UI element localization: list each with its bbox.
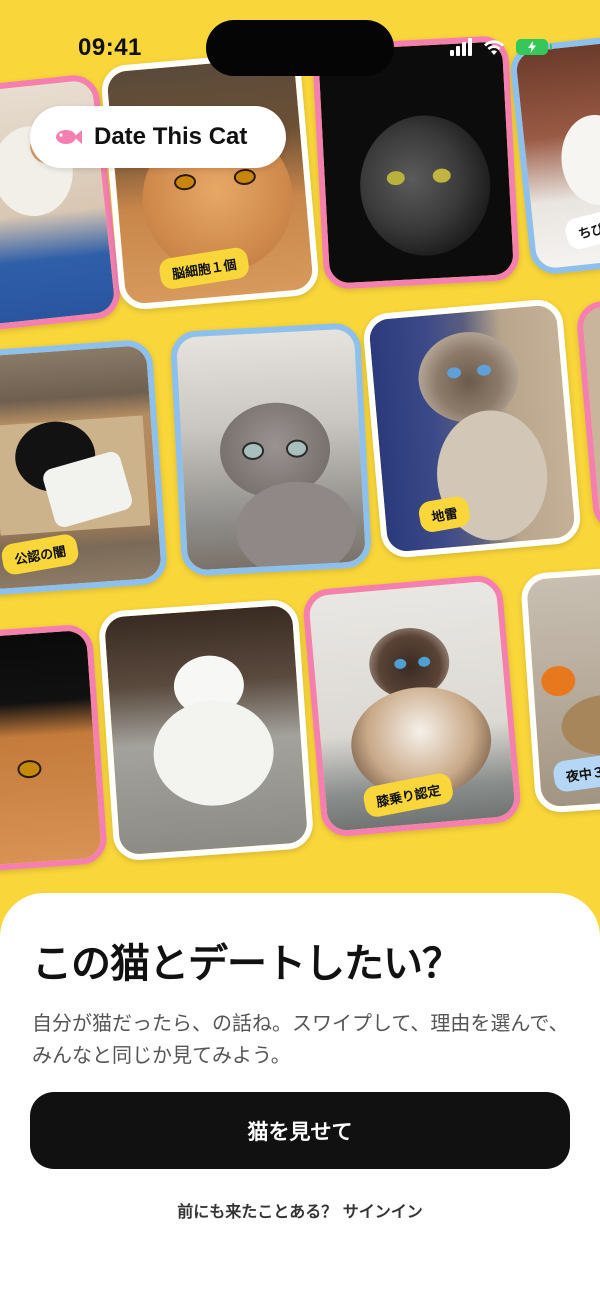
cat-card-white-kitten[interactable]: ちび	[508, 33, 600, 277]
cat-card-tabby-toy[interactable]: 夜中３時	[519, 566, 600, 814]
onboarding-screen: 09:41 脳細胞１個 ちび 公認の闇 地雷 膝乗り認定 夜中３時 Date T…	[0, 0, 600, 1304]
description: 自分が猫だったら、の話ね。スワイプして、理由を選んで、みんなと同じか見てみよう。	[32, 1011, 569, 1067]
dynamic-island	[206, 20, 394, 76]
cat-card-ragdoll[interactable]: 膝乗り認定	[301, 573, 523, 839]
app-logo: Date This Cat	[30, 106, 286, 168]
cat-card-siamese-mix[interactable]: 地雷	[361, 297, 583, 560]
cat-card-black-box-kitten[interactable]: 公認の闇	[0, 338, 169, 597]
signin-link[interactable]: サインイン	[343, 1202, 423, 1221]
cellular-signal-icon	[450, 38, 472, 56]
intro-sheet: この猫とデートしたい？ 自分が猫だったら、の話ね。スワイプして、理由を選んで、み…	[0, 893, 600, 1304]
status-time: 09:41	[78, 34, 142, 61]
cat-card-orange-2[interactable]	[0, 623, 109, 873]
cat-card-white-cat[interactable]	[97, 598, 315, 862]
headline: この猫とデートしたい？	[32, 941, 462, 987]
signin-prompt: 前にも来たことある？	[177, 1202, 338, 1221]
cat-card-sphynx[interactable]	[169, 322, 373, 577]
app-logo-text: Date This Cat	[94, 123, 248, 150]
show-cats-button[interactable]: 猫を見せて	[30, 1092, 570, 1169]
cat-card-edge[interactable]	[575, 297, 600, 533]
wifi-icon	[484, 40, 504, 55]
status-icons	[450, 38, 552, 56]
battery-charging-icon	[516, 39, 552, 55]
fish-icon	[56, 130, 82, 144]
cat-card-orange-1[interactable]: 脳細胞１個	[99, 49, 321, 312]
signin-row: 前にも来たことある？ サインイン	[0, 1198, 600, 1222]
